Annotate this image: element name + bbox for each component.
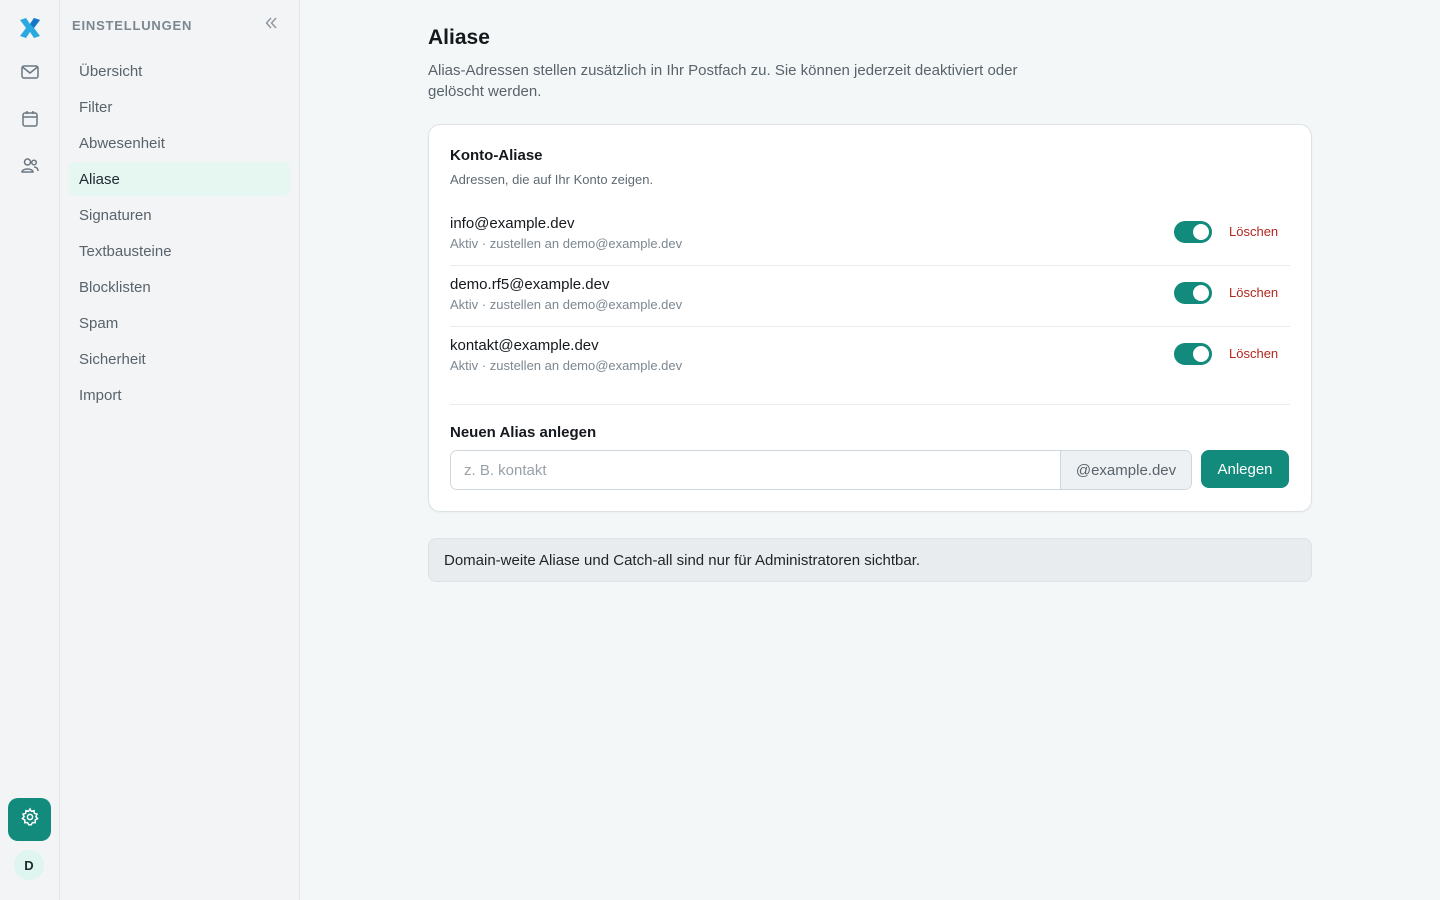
delete-alias-button[interactable]: Löschen: [1229, 346, 1278, 361]
domain-suffix: @example.dev: [1060, 451, 1191, 489]
alias-row: kontakt@example.dev Aktiv · zustellen an…: [450, 327, 1290, 388]
alias-address: info@example.dev: [450, 215, 575, 232]
sidebar-title: EINSTELLUNGEN: [72, 18, 193, 33]
delete-alias-button[interactable]: Löschen: [1229, 224, 1278, 239]
alias-toggle[interactable]: [1174, 282, 1212, 304]
card-subtitle: Adressen, die auf Ihr Konto zeigen.: [450, 172, 654, 187]
new-alias-section: Neuen Alias anlegen @example.dev Anlegen: [450, 404, 1290, 490]
avatar[interactable]: D: [14, 850, 44, 880]
sidebar-item-abwesenheit[interactable]: Abwesenheit: [68, 126, 290, 160]
calendar-icon[interactable]: [14, 103, 46, 135]
new-alias-row: @example.dev Anlegen: [450, 450, 1290, 490]
new-alias-title: Neuen Alias anlegen: [450, 424, 597, 441]
account-aliases-card: Konto-Aliase Adressen, die auf Ihr Konto…: [428, 124, 1312, 512]
icon-rail: D: [0, 0, 60, 900]
delete-alias-button[interactable]: Löschen: [1229, 285, 1278, 300]
alias-toggle[interactable]: [1174, 343, 1212, 365]
new-alias-input[interactable]: [451, 451, 1060, 489]
main-content: Aliase Alias-Adressen stellen zusätzlich…: [428, 26, 1312, 582]
mail-icon[interactable]: [14, 56, 46, 88]
sidebar-item-spam[interactable]: Spam: [68, 306, 290, 340]
sidebar-item-filter[interactable]: Filter: [68, 90, 290, 124]
sidebar-item-sicherheit[interactable]: Sicherheit: [68, 342, 290, 376]
alias-address: demo.rf5@example.dev: [450, 276, 610, 293]
admin-notice: Domain-weite Aliase und Catch-all sind n…: [428, 538, 1312, 582]
contacts-icon[interactable]: [14, 149, 46, 181]
new-alias-input-group: @example.dev: [450, 450, 1192, 490]
alias-address: kontakt@example.dev: [450, 337, 599, 354]
page-description: Alias-Adressen stellen zusätzlich in Ihr…: [428, 62, 1018, 100]
sidebar-item-signaturen[interactable]: Signaturen: [68, 198, 290, 232]
alias-list: info@example.dev Aktiv · zustellen an de…: [450, 205, 1290, 388]
card-title: Konto-Aliase: [450, 147, 543, 164]
sidebar-item-blocklisten[interactable]: Blocklisten: [68, 270, 290, 304]
page-title: Aliase: [428, 26, 490, 49]
settings-sidebar: EINSTELLUNGEN Übersicht Filter Abwesenhe…: [60, 0, 300, 900]
sidebar-nav: Übersicht Filter Abwesenheit Aliase Sign…: [68, 54, 290, 414]
sidebar-item-uebersicht[interactable]: Übersicht: [68, 54, 290, 88]
alias-meta: Aktiv · zustellen an demo@example.dev: [450, 297, 683, 312]
alias-meta: Aktiv · zustellen an demo@example.dev: [450, 358, 683, 373]
collapse-sidebar-button[interactable]: [260, 14, 282, 36]
sidebar-item-textbausteine[interactable]: Textbausteine: [68, 234, 290, 268]
settings-button[interactable]: [8, 798, 51, 841]
sidebar-item-import[interactable]: Import: [68, 378, 290, 412]
alias-meta: Aktiv · zustellen an demo@example.dev: [450, 236, 683, 251]
chevrons-left-icon: [264, 16, 278, 35]
create-alias-button[interactable]: Anlegen: [1201, 450, 1289, 488]
alias-row: info@example.dev Aktiv · zustellen an de…: [450, 205, 1290, 266]
sidebar-item-aliase[interactable]: Aliase: [68, 162, 290, 196]
settings-icon: [20, 807, 40, 832]
alias-toggle[interactable]: [1174, 221, 1212, 243]
logo-icon[interactable]: [16, 14, 44, 42]
alias-row: demo.rf5@example.dev Aktiv · zustellen a…: [450, 266, 1290, 327]
